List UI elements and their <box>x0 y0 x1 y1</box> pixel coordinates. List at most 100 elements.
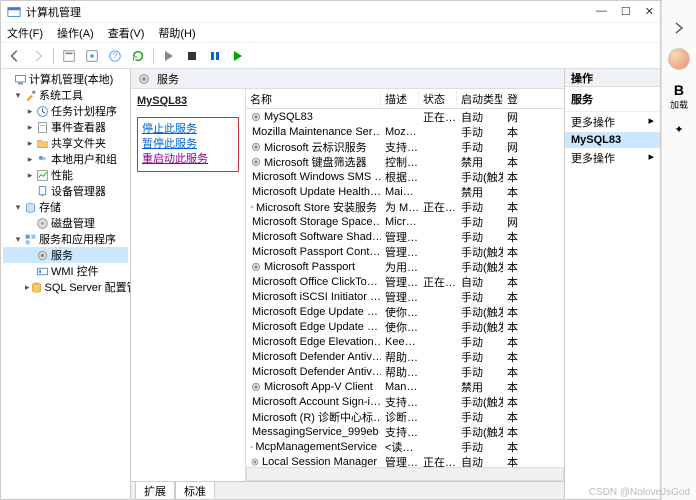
pause-button[interactable] <box>205 46 225 66</box>
minimize-button[interactable]: — <box>596 5 607 18</box>
center-body: MySQL83 停止此服务 暂停此服务 重启动此服务 名称 描述 状态 启动类型… <box>131 89 564 481</box>
actions-pane: 操作 服务 更多操作 ▸ MySQL83 更多操作 ▸ <box>565 69 660 499</box>
tree-node[interactable]: WMI 控件 <box>3 263 128 279</box>
service-row[interactable]: Microsoft Edge Update …使你…手动(触发…本 <box>246 319 564 334</box>
restart-service-link[interactable]: 重启动此服务 <box>142 152 234 167</box>
watermark: CSDN @NoloveJsGod <box>589 487 690 498</box>
actions-section-services: 服务 <box>565 87 660 112</box>
browser-sidebar: B 加载 ✦ <box>661 0 696 500</box>
menubar: 文件(F) 操作(A) 查看(V) 帮助(H) <box>1 23 660 43</box>
main-window: 计算机管理 — ☐ ✕ 文件(F) 操作(A) 查看(V) 帮助(H) ? 计算… <box>0 0 661 500</box>
tree-node[interactable]: ▾服务和应用程序 <box>3 231 128 247</box>
service-row[interactable]: Microsoft App-V ClientMan…禁用本 <box>246 379 564 394</box>
maximize-button[interactable]: ☐ <box>621 5 631 18</box>
service-row[interactable]: Microsoft Passport为用…手动(触发…本 <box>246 259 564 274</box>
tree-node[interactable]: ▾存储 <box>3 199 128 215</box>
app-icon <box>7 5 21 19</box>
svg-text:?: ? <box>113 51 118 60</box>
tree-node[interactable]: ▸任务计划程序 <box>3 103 128 119</box>
tree-node[interactable]: ▾系统工具 <box>3 87 128 103</box>
col-status[interactable]: 状态 <box>419 91 457 107</box>
menu-file[interactable]: 文件(F) <box>7 25 43 41</box>
list-rows[interactable]: MySQL83正在…自动网Mozilla Maintenance Ser…Moz… <box>246 109 564 467</box>
stop-service-link[interactable]: 停止此服务 <box>142 122 234 137</box>
nav-tree[interactable]: 计算机管理(本地)▾系统工具▸任务计划程序▸事件查看器▸共享文件夹▸本地用户和组… <box>1 69 131 499</box>
service-row[interactable]: MessagingService_999eb支持…手动(触发…本 <box>246 424 564 439</box>
separator <box>53 48 54 64</box>
service-row[interactable]: Microsoft Windows SMS …根据…手动(触发…本 <box>246 169 564 184</box>
titlebar: 计算机管理 — ☐ ✕ <box>1 1 660 23</box>
window-title: 计算机管理 <box>26 4 596 20</box>
pause-service-link[interactable]: 暂停此服务 <box>142 137 234 152</box>
tree-node[interactable]: ▸事件查看器 <box>3 119 128 135</box>
chevron-right-icon[interactable] <box>671 20 687 36</box>
service-detail: MySQL83 停止此服务 暂停此服务 重启动此服务 <box>131 89 246 481</box>
tree-node[interactable]: 服务 <box>3 247 128 263</box>
service-row[interactable]: Microsoft Edge Elevation…Kee…手动本 <box>246 334 564 349</box>
export-button[interactable] <box>82 46 102 66</box>
service-row[interactable]: Microsoft iSCSI Initiator …管理…手动本 <box>246 289 564 304</box>
actions-header: 操作 <box>565 69 660 87</box>
toolbar: ? <box>1 43 660 69</box>
service-row[interactable]: Mozilla Maintenance Ser…Moz…手动本 <box>246 124 564 139</box>
service-row[interactable]: McpManagementService<读…手动本 <box>246 439 564 454</box>
service-row[interactable]: Microsoft Store 安装服务为 M…正在…手动本 <box>246 199 564 214</box>
tree-node[interactable]: ▸本地用户和组 <box>3 151 128 167</box>
tree-node[interactable]: ▸性能 <box>3 167 128 183</box>
restart-button[interactable] <box>228 46 248 66</box>
back-button[interactable] <box>5 46 25 66</box>
tree-node[interactable]: 设备管理器 <box>3 183 128 199</box>
bookmark-icon[interactable]: ✦ <box>674 123 683 136</box>
service-row[interactable]: Microsoft Defender Antiv…帮助…手动本 <box>246 349 564 364</box>
menu-view[interactable]: 查看(V) <box>108 25 145 41</box>
actions-section-selected[interactable]: MySQL83 <box>565 132 660 148</box>
service-row[interactable]: Microsoft Edge Update …使你…手动(触发…本 <box>246 304 564 319</box>
tab-extended[interactable]: 扩展 <box>135 482 175 499</box>
col-desc[interactable]: 描述 <box>381 91 419 107</box>
separator <box>153 48 154 64</box>
center-pane: 服务 MySQL83 停止此服务 暂停此服务 重启动此服务 名称 描述 状态 <box>131 69 565 499</box>
service-row[interactable]: Microsoft Defender Antiv…帮助…手动本 <box>246 364 564 379</box>
more-actions-1[interactable]: 更多操作 ▸ <box>565 112 660 132</box>
menu-help[interactable]: 帮助(H) <box>158 25 195 41</box>
service-row[interactable]: Microsoft Passport Cont…管理…手动(触发…本 <box>246 244 564 259</box>
service-row[interactable]: Microsoft 键盘筛选器控制…禁用本 <box>246 154 564 169</box>
tree-node[interactable]: ▸共享文件夹 <box>3 135 128 151</box>
play-button[interactable] <box>159 46 179 66</box>
list-header: 名称 描述 状态 启动类型 登 <box>246 89 564 109</box>
service-row[interactable]: Local Session Manager管理…正在…自动本 <box>246 454 564 467</box>
tab-standard[interactable]: 标准 <box>175 482 215 499</box>
properties-button[interactable] <box>59 46 79 66</box>
content-area: 计算机管理(本地)▾系统工具▸任务计划程序▸事件查看器▸共享文件夹▸本地用户和组… <box>1 69 660 499</box>
service-row[interactable]: Microsoft Office ClickTo…管理…正在…自动本 <box>246 274 564 289</box>
tree-node[interactable]: 计算机管理(本地) <box>3 71 128 87</box>
service-row[interactable]: Microsoft Storage Space…Micr…手动网 <box>246 214 564 229</box>
stop-button[interactable] <box>182 46 202 66</box>
horizontal-scrollbar[interactable] <box>246 467 564 481</box>
help-button[interactable]: ? <box>105 46 125 66</box>
center-header: 服务 <box>131 69 564 89</box>
gear-icon <box>137 72 151 86</box>
service-row[interactable]: Microsoft Software Shad…管理…手动本 <box>246 229 564 244</box>
more-actions-2[interactable]: 更多操作 ▸ <box>565 148 660 168</box>
service-list: 名称 描述 状态 启动类型 登 MySQL83正在…自动网Mozilla Mai… <box>246 89 564 481</box>
selected-service-name: MySQL83 <box>137 95 239 107</box>
avatar[interactable] <box>668 48 690 70</box>
service-row[interactable]: Microsoft Account Sign-i…支持…手动(触发…本 <box>246 394 564 409</box>
sidebar-shortcut[interactable]: B 加载 <box>670 82 688 111</box>
refresh-button[interactable] <box>128 46 148 66</box>
service-row[interactable]: Microsoft 云标识服务支持…手动网 <box>246 139 564 154</box>
tree-node[interactable]: ▸SQL Server 配置管理器 <box>3 279 128 295</box>
service-row[interactable]: Microsoft (R) 诊断中心标…诊断…手动本 <box>246 409 564 424</box>
forward-button[interactable] <box>28 46 48 66</box>
col-startup[interactable]: 启动类型 <box>457 91 503 107</box>
tree-node[interactable]: 磁盘管理 <box>3 215 128 231</box>
close-button[interactable]: ✕ <box>645 5 654 18</box>
service-row[interactable]: Microsoft Update Health…Mai…禁用本 <box>246 184 564 199</box>
view-tabs: 扩展 标准 <box>131 481 564 499</box>
col-name[interactable]: 名称 <box>246 91 381 107</box>
service-actions-box: 停止此服务 暂停此服务 重启动此服务 <box>137 117 239 172</box>
col-logon[interactable]: 登 <box>503 91 518 107</box>
menu-action[interactable]: 操作(A) <box>57 25 94 41</box>
service-row[interactable]: MySQL83正在…自动网 <box>246 109 564 124</box>
